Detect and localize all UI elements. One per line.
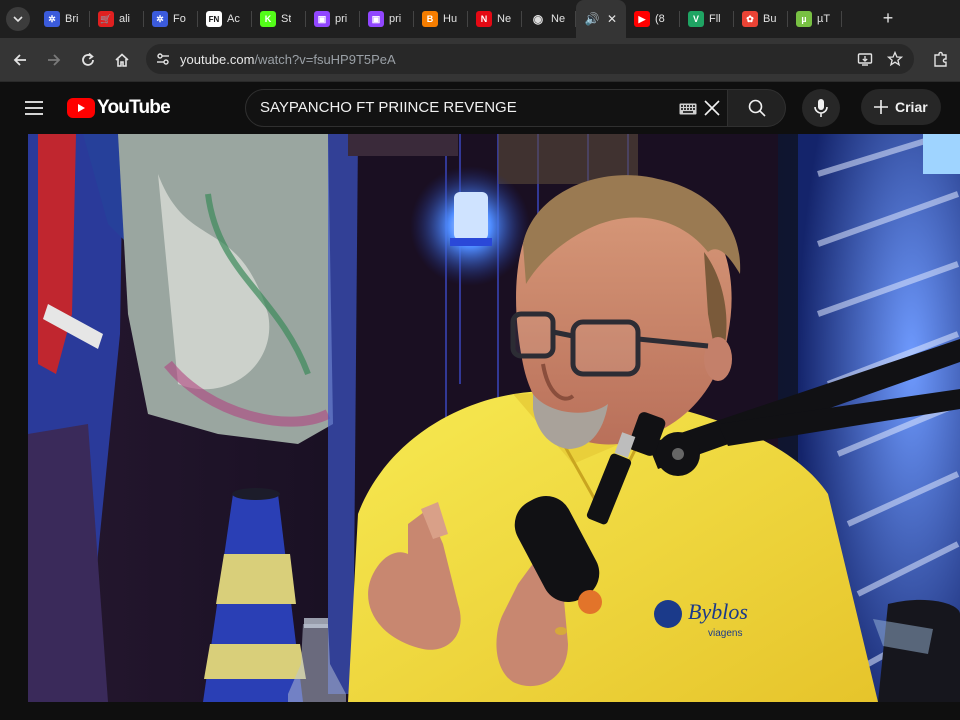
create-button-label: Criar bbox=[895, 99, 928, 115]
install-app-button[interactable] bbox=[856, 50, 874, 68]
tab-title: pri bbox=[335, 13, 348, 25]
blogger-icon: B bbox=[422, 11, 438, 27]
photos-icon: ✿ bbox=[742, 11, 758, 27]
tab-title: Bu bbox=[763, 13, 777, 25]
tab-title: St bbox=[281, 13, 292, 25]
browser-tab-strip: ✲ Bri 🛒 ali ✲ Fo FN Ac K St ▣ pri ▣ pri B Hu N Ne ◉ Ne 🔊 ✕ ▶ (8… bbox=[0, 0, 960, 38]
browser-tab[interactable]: K St bbox=[252, 0, 306, 38]
browser-tab[interactable]: ▶ (8 bbox=[626, 0, 680, 38]
globe-icon: ✲ bbox=[152, 11, 168, 27]
search-button[interactable] bbox=[728, 89, 786, 127]
microphone-icon bbox=[814, 99, 828, 117]
shirt-logo-text: Byblos bbox=[688, 599, 748, 624]
back-button[interactable] bbox=[8, 48, 32, 72]
fn-icon: FN bbox=[206, 11, 222, 27]
url-text[interactable]: youtube.com/watch?v=fsuHP9T5PeA bbox=[180, 52, 396, 67]
chevron-down-icon bbox=[13, 16, 23, 23]
browser-tab[interactable]: ◉ Ne bbox=[522, 0, 576, 38]
browser-tab[interactable]: 🛒 ali bbox=[90, 0, 144, 38]
plus-icon bbox=[874, 100, 888, 114]
tab-title: Ac bbox=[227, 13, 240, 25]
tab-title: Bri bbox=[65, 13, 79, 25]
player-bottom-edge bbox=[0, 702, 960, 720]
reload-button[interactable] bbox=[76, 48, 100, 72]
install-icon bbox=[857, 53, 873, 66]
create-button[interactable]: Criar bbox=[861, 89, 941, 125]
forward-button[interactable] bbox=[42, 48, 66, 72]
netflix-icon: N bbox=[476, 11, 492, 27]
bookmark-button[interactable] bbox=[886, 50, 904, 68]
tab-list: ✲ Bri 🛒 ali ✲ Fo FN Ac K St ▣ pri ▣ pri B Hu N Ne ◉ Ne 🔊 ✕ ▶ (8… bbox=[36, 0, 842, 38]
youtube-wordmark: YouTube bbox=[97, 97, 171, 118]
cart-icon: 🛒 bbox=[98, 11, 114, 27]
site-info-button[interactable] bbox=[154, 50, 172, 68]
tab-title: Ne bbox=[497, 13, 512, 25]
arrow-right-icon bbox=[48, 54, 61, 66]
vpn-icon: V bbox=[688, 11, 704, 27]
tab-title: Fo bbox=[173, 13, 186, 25]
guide-menu-button[interactable] bbox=[22, 96, 46, 120]
chrome-icon: ◉ bbox=[532, 12, 544, 26]
speaker-icon: 🔊 bbox=[584, 12, 600, 26]
tab-title: (8 bbox=[655, 13, 665, 25]
search-box[interactable] bbox=[245, 89, 728, 127]
tab-title: Ne bbox=[551, 13, 566, 25]
home-button[interactable] bbox=[110, 48, 134, 72]
globe-icon: ✲ bbox=[44, 11, 60, 27]
close-tab-icon[interactable]: ✕ bbox=[607, 12, 617, 26]
close-icon bbox=[704, 100, 720, 116]
puzzle-icon bbox=[934, 51, 947, 67]
youtube-header: YouTube Criar bbox=[0, 82, 960, 134]
star-icon bbox=[887, 51, 903, 67]
arrow-left-icon bbox=[13, 54, 26, 66]
browser-tab[interactable]: ✲ Bri bbox=[36, 0, 90, 38]
browser-tab[interactable]: B Hu bbox=[414, 0, 468, 38]
tab-title: ali bbox=[119, 13, 131, 25]
new-tab-button[interactable]: + bbox=[878, 8, 898, 28]
video-player[interactable]: Byblos viagens bbox=[28, 134, 960, 702]
tab-title: pri bbox=[389, 13, 402, 25]
twitch-icon: ▣ bbox=[314, 11, 330, 27]
browser-tab[interactable]: ✲ Fo bbox=[144, 0, 198, 38]
url-host: youtube.com bbox=[180, 52, 255, 67]
browser-tab[interactable]: N Ne bbox=[468, 0, 522, 38]
reload-icon bbox=[82, 52, 94, 66]
youtube-logo[interactable]: YouTube bbox=[67, 96, 171, 120]
browser-tab[interactable]: 🔊 ✕ bbox=[576, 0, 626, 38]
browser-tab[interactable]: ✿ Bu bbox=[734, 0, 788, 38]
hamburger-icon bbox=[25, 101, 43, 115]
youtube-icon: ▶ bbox=[634, 11, 650, 27]
video-frame: Byblos viagens bbox=[28, 134, 960, 702]
tab-title: Fll bbox=[709, 13, 721, 25]
voice-search-button[interactable] bbox=[802, 89, 840, 127]
search-icon bbox=[748, 99, 766, 117]
utorrent-icon: µ bbox=[796, 11, 812, 27]
clear-search-button[interactable] bbox=[702, 98, 722, 118]
tab-title: µT bbox=[817, 13, 831, 25]
tab-title: Hu bbox=[443, 13, 458, 25]
youtube-play-icon bbox=[67, 98, 95, 118]
tab-search-button[interactable] bbox=[6, 7, 30, 31]
twitch-icon: ▣ bbox=[368, 11, 384, 27]
address-bar[interactable]: youtube.com/watch?v=fsuHP9T5PeA bbox=[146, 44, 914, 74]
browser-toolbar: youtube.com/watch?v=fsuHP9T5PeA bbox=[0, 38, 960, 82]
kick-icon: K bbox=[260, 11, 276, 27]
search-input[interactable] bbox=[260, 99, 660, 116]
browser-tab[interactable]: V Fll bbox=[680, 0, 734, 38]
url-path: /watch?v=fsuHP9T5PeA bbox=[254, 52, 396, 67]
browser-tab[interactable]: ▣ pri bbox=[306, 0, 360, 38]
tune-icon bbox=[157, 53, 169, 65]
browser-tab[interactable]: ▣ pri bbox=[360, 0, 414, 38]
extensions-button[interactable] bbox=[930, 48, 952, 70]
browser-tab[interactable]: FN Ac bbox=[198, 0, 252, 38]
home-icon bbox=[115, 53, 129, 67]
browser-tab[interactable]: µ µT bbox=[788, 0, 842, 38]
shirt-logo-subtext: viagens bbox=[708, 628, 742, 639]
keyboard-icon[interactable] bbox=[678, 102, 698, 116]
